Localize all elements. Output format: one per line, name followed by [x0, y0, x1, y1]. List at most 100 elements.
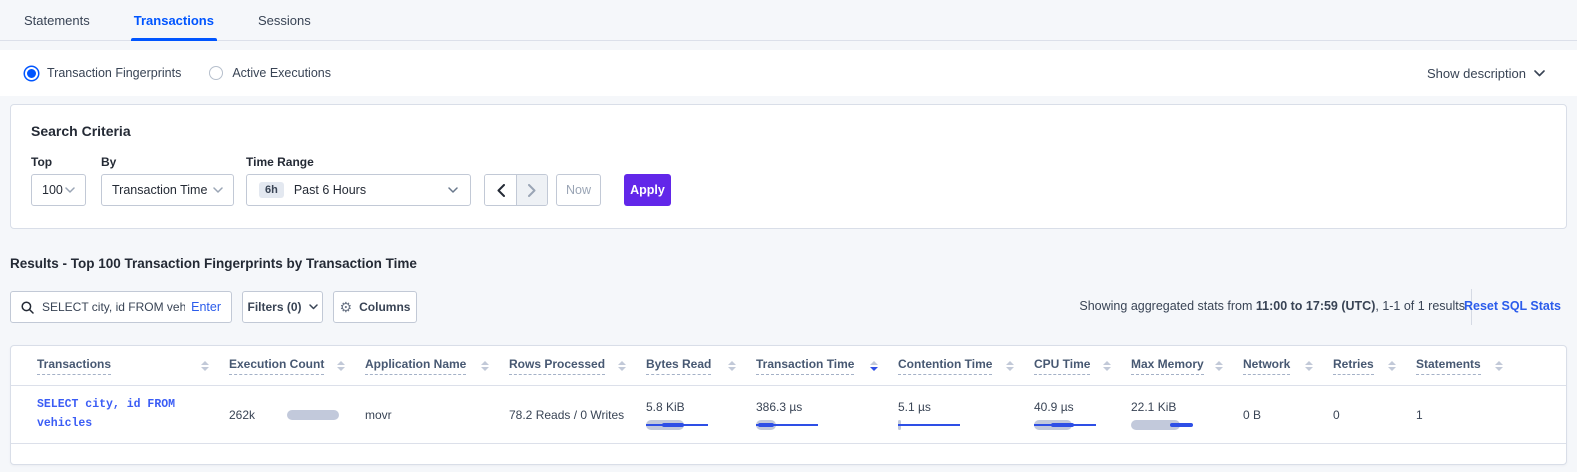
radio-selected-icon	[25, 67, 38, 80]
chevron-down-icon	[1534, 70, 1545, 77]
column-header-contention-time[interactable]: Contention Time	[898, 357, 1034, 375]
contention-time-bar	[898, 420, 960, 430]
chevron-down-icon	[309, 304, 318, 310]
top-label: Top	[31, 155, 86, 169]
column-header-network[interactable]: Network	[1243, 357, 1333, 375]
tab-sessions[interactable]: Sessions	[258, 0, 311, 41]
stats-time-range: 11:00 to 17:59 (UTC)	[1256, 299, 1375, 313]
sort-icon	[481, 361, 489, 371]
column-header-retries[interactable]: Retries	[1333, 357, 1416, 375]
transaction-time-bar	[756, 420, 818, 430]
by-select-value: Transaction Time	[112, 183, 207, 197]
aggregated-stats-text: Showing aggregated stats from 11:00 to 1…	[1079, 299, 1465, 313]
search-input[interactable]	[42, 300, 185, 314]
show-description-toggle[interactable]: Show description	[1427, 66, 1545, 81]
search-enter-button[interactable]: Enter	[191, 300, 221, 314]
time-range-label: Time Range	[246, 155, 471, 169]
column-header-transaction-time[interactable]: Transaction Time	[756, 357, 898, 375]
apply-button[interactable]: Apply	[624, 174, 671, 206]
max-memory-value: 22.1 KiB	[1131, 400, 1229, 414]
by-select[interactable]: Transaction Time	[101, 174, 234, 206]
statements-value: 1	[1416, 408, 1423, 422]
transactions-page: Statements Transactions Sessions Transac…	[0, 0, 1577, 472]
next-time-range-button[interactable]	[516, 175, 547, 205]
radio-label: Transaction Fingerprints	[47, 66, 181, 80]
results-heading: Results - Top 100 Transaction Fingerprin…	[10, 256, 417, 271]
cell-rows-processed: 78.2 Reads / 0 Writes	[509, 408, 646, 422]
search-icon	[21, 301, 34, 314]
column-header-cpu-time[interactable]: CPU Time	[1034, 357, 1131, 375]
top-field-group: Top 100	[31, 155, 86, 206]
chevron-down-icon	[448, 187, 458, 193]
columns-label: Columns	[359, 300, 410, 314]
cell-execution-count: 262k	[229, 408, 365, 422]
gear-icon: ⚙	[340, 300, 353, 314]
transaction-time-value: 386.3 µs	[756, 400, 884, 414]
columns-button[interactable]: ⚙ Columns	[333, 291, 417, 323]
network-value: 0 B	[1243, 408, 1261, 422]
results-table: Transactions Execution Count Application…	[10, 345, 1567, 465]
retries-value: 0	[1333, 408, 1340, 422]
search-box: Enter	[10, 291, 232, 323]
sort-icon	[1006, 361, 1014, 371]
cell-application-name: movr	[365, 408, 509, 422]
max-memory-bar	[1131, 420, 1193, 430]
show-description-label: Show description	[1427, 66, 1526, 81]
column-header-execution-count[interactable]: Execution Count	[229, 357, 365, 375]
chevron-down-icon	[65, 187, 75, 193]
sort-icon	[201, 361, 209, 371]
cell-statements: 1	[1416, 408, 1523, 422]
time-range-badge: 6h	[259, 182, 284, 198]
cell-transaction-time: 386.3 µs	[756, 400, 898, 430]
column-header-rows-processed[interactable]: Rows Processed	[509, 357, 646, 375]
tab-transactions[interactable]: Transactions	[134, 0, 214, 41]
reset-sql-stats-link[interactable]: Reset SQL Stats	[1464, 299, 1561, 313]
column-header-max-memory[interactable]: Max Memory	[1131, 357, 1243, 375]
transaction-fingerprint-link[interactable]: SELECT city, id FROM vehicles	[37, 398, 175, 429]
bytes-read-value: 5.8 KiB	[646, 400, 742, 414]
sort-icon	[1103, 361, 1111, 371]
cell-network: 0 B	[1243, 408, 1333, 422]
filters-button[interactable]: Filters (0)	[242, 291, 323, 323]
cell-bytes-read: 5.8 KiB	[646, 400, 756, 430]
by-label: By	[101, 155, 234, 169]
sort-icon	[1388, 361, 1396, 371]
radio-transaction-fingerprints[interactable]: Transaction Fingerprints	[25, 66, 181, 80]
column-header-transactions[interactable]: Transactions	[37, 357, 229, 375]
column-header-application-name[interactable]: Application Name	[365, 357, 509, 375]
view-mode-strip: Transaction Fingerprints Active Executio…	[0, 50, 1577, 96]
top-select[interactable]: 100	[31, 174, 86, 206]
cell-contention-time: 5.1 µs	[898, 400, 1034, 430]
sort-icon	[1215, 361, 1223, 371]
chevron-left-icon	[497, 184, 505, 197]
by-field-group: By Transaction Time	[86, 155, 234, 206]
tab-statements[interactable]: Statements	[24, 0, 90, 41]
sort-icon	[618, 361, 626, 371]
time-range-nav-group	[484, 174, 548, 206]
sort-icon	[728, 361, 736, 371]
time-range-select[interactable]: 6h Past 6 Hours	[246, 174, 471, 206]
radio-label: Active Executions	[232, 66, 331, 80]
sort-icon	[1305, 361, 1313, 371]
radio-active-executions[interactable]: Active Executions	[209, 66, 331, 80]
contention-time-value: 5.1 µs	[898, 400, 1020, 414]
column-header-bytes-read[interactable]: Bytes Read	[646, 357, 756, 375]
previous-time-range-button[interactable]	[485, 175, 516, 205]
cell-retries: 0	[1333, 408, 1416, 422]
time-range-value: Past 6 Hours	[294, 183, 448, 197]
column-header-statements[interactable]: Statements	[1416, 357, 1523, 375]
execution-count-bar	[287, 410, 339, 420]
sort-icon	[337, 361, 345, 371]
filters-label: Filters (0)	[247, 300, 301, 314]
cell-cpu-time: 40.9 µs	[1034, 400, 1131, 430]
search-criteria-panel: Search Criteria Top 100 By Transaction T…	[10, 104, 1567, 229]
search-criteria-title: Search Criteria	[31, 123, 1546, 139]
time-range-field-group: Time Range 6h Past 6 Hours	[234, 155, 471, 206]
results-controls-row: Enter Filters (0) ⚙ Columns Showing aggr…	[0, 291, 1577, 323]
now-button[interactable]: Now	[556, 174, 601, 206]
rows-processed-value: 78.2 Reads / 0 Writes	[509, 408, 624, 422]
cpu-time-value: 40.9 µs	[1034, 400, 1117, 414]
application-name-value: movr	[365, 408, 392, 422]
radio-unselected-icon	[209, 66, 223, 80]
cpu-time-bar	[1034, 420, 1096, 430]
